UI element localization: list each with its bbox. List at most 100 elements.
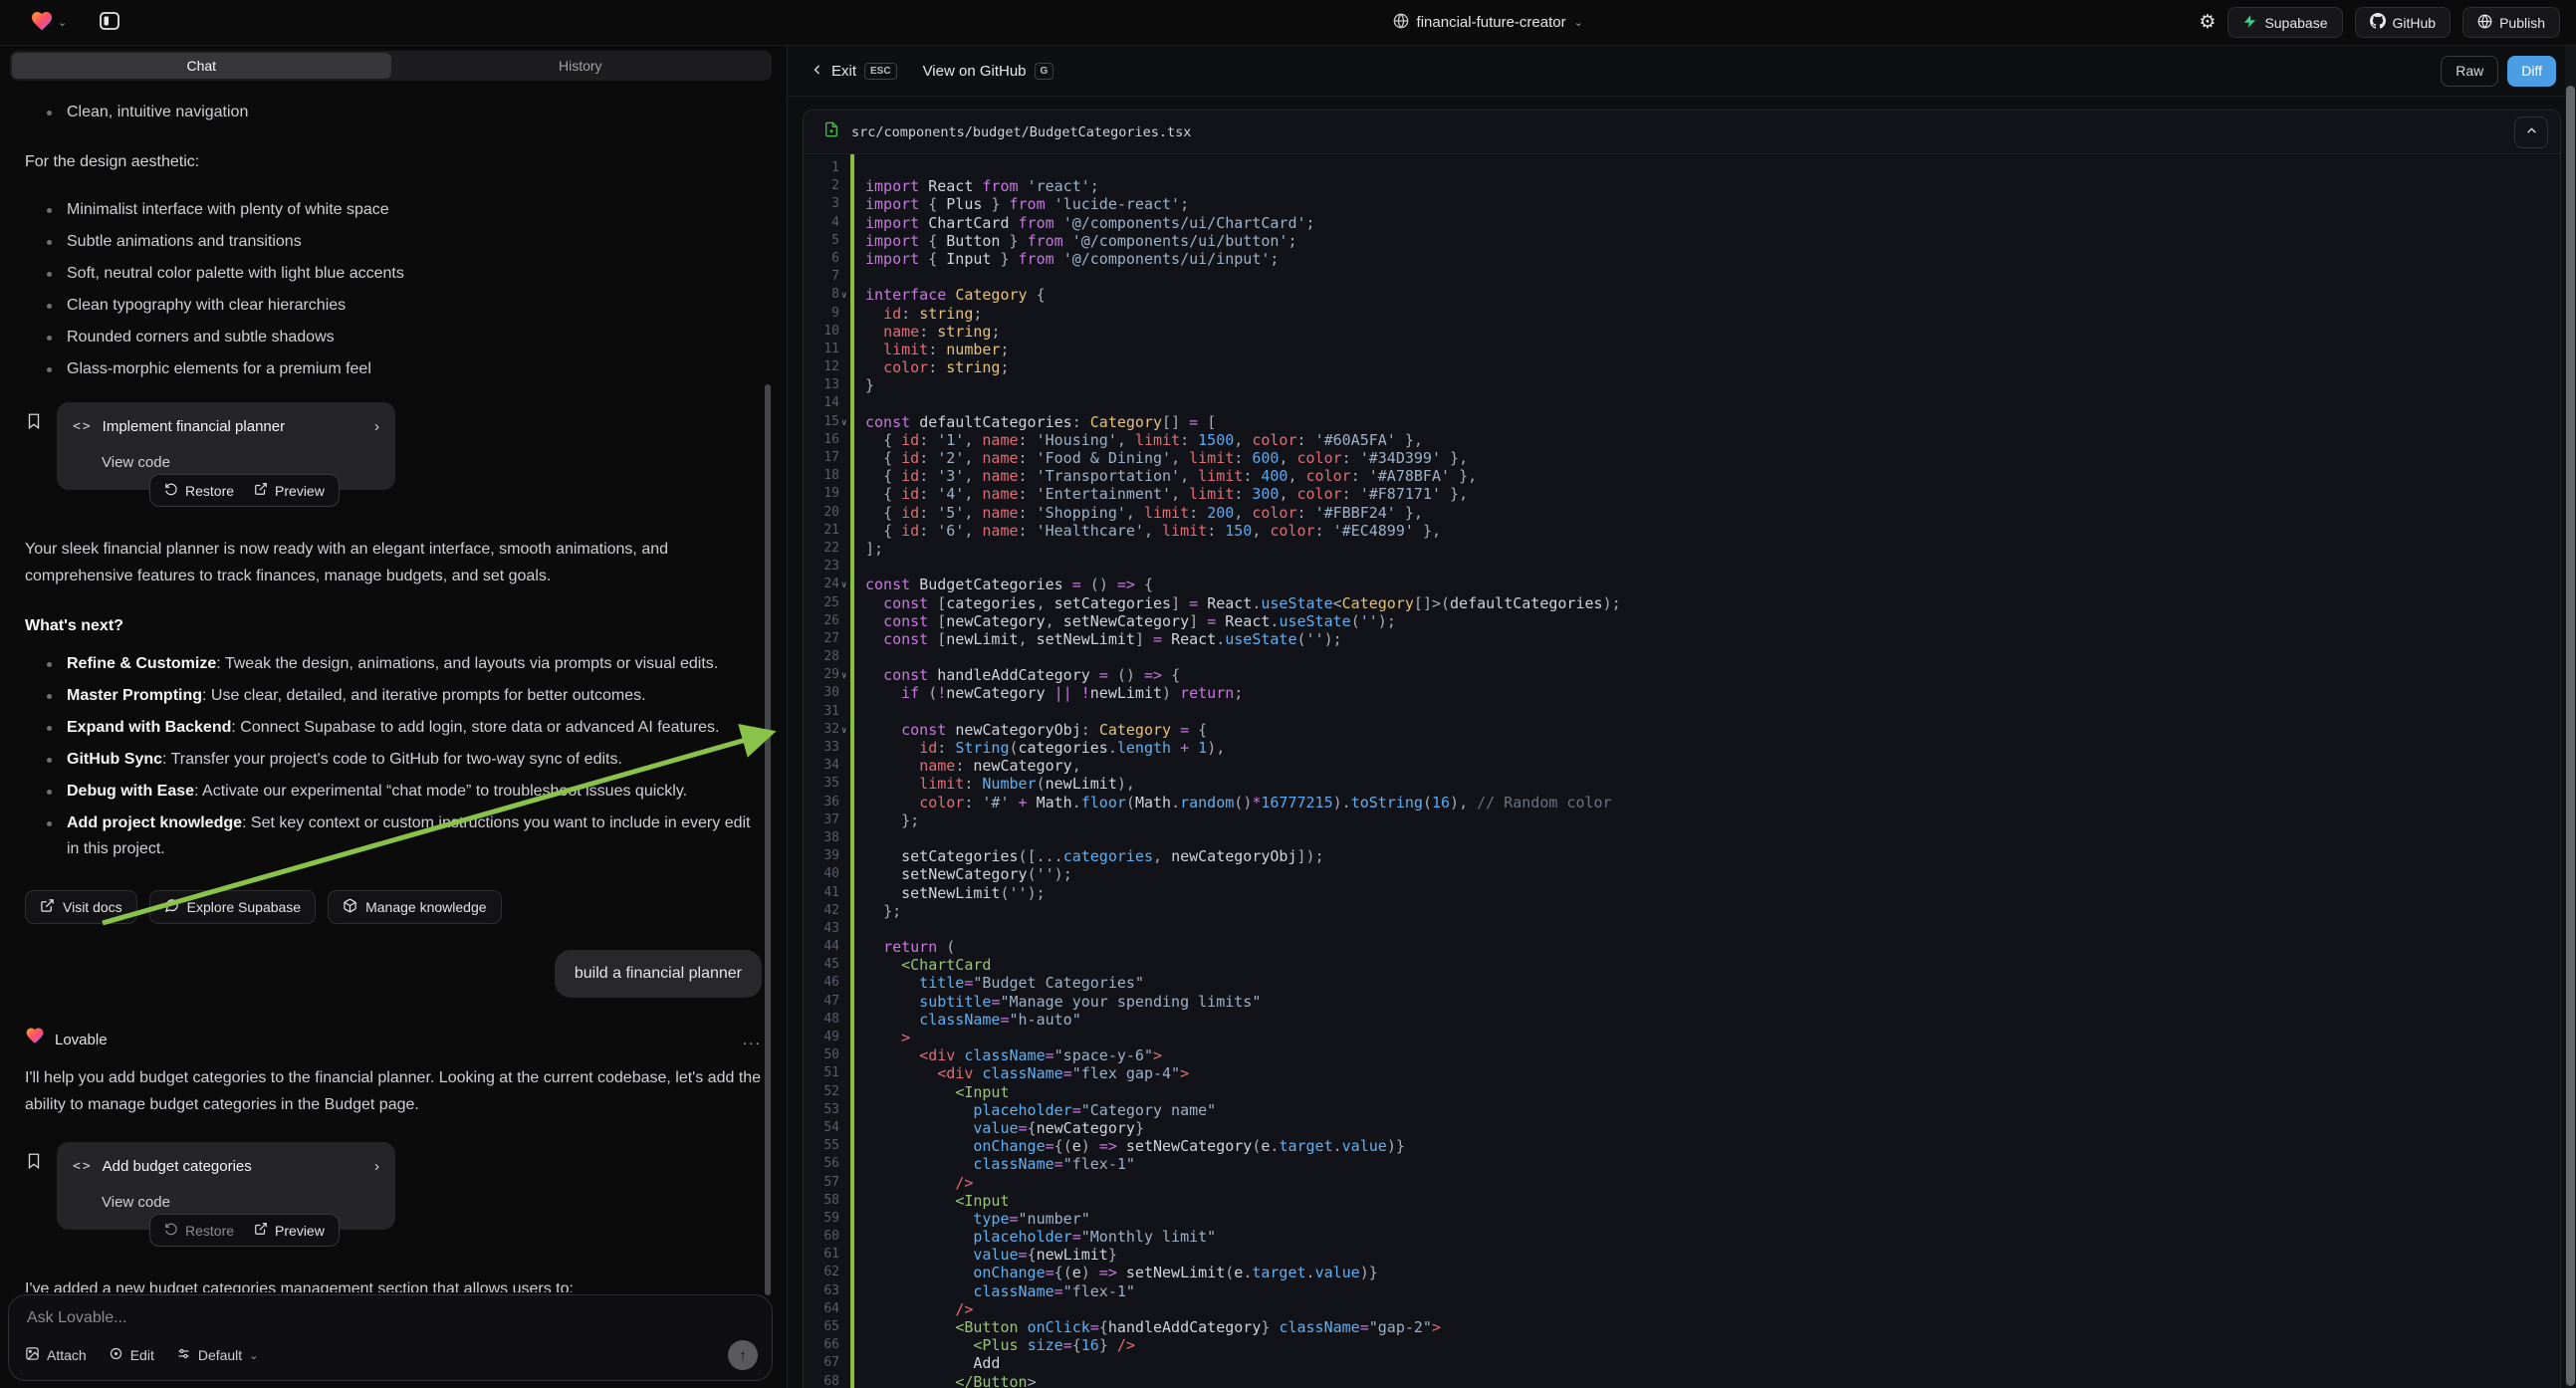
- g-key-badge: G: [1035, 63, 1054, 80]
- list-item: Clean typography with clear hierarchies: [25, 293, 762, 319]
- list-item: Expand with Backend: Connect Supabase to…: [25, 715, 762, 741]
- tab-chat[interactable]: Chat: [12, 53, 391, 79]
- restore-button[interactable]: Restore: [164, 1222, 234, 1239]
- publish-button[interactable]: Publish: [2462, 7, 2560, 38]
- tab-history[interactable]: History: [391, 53, 771, 79]
- restore-preview-toolbar: Restore Preview: [149, 474, 340, 507]
- code-header: Exit ESC View on GitHub G Raw Diff: [788, 46, 2576, 97]
- message-more-button[interactable]: ...: [743, 1032, 762, 1049]
- design-bullet-list: Minimalist interface with plenty of whit…: [25, 197, 762, 382]
- assistant-paragraph: I'll help you add budget categories to t…: [25, 1064, 762, 1118]
- quick-actions-row: Visit docs Explore Supabase Manage knowl…: [25, 890, 762, 924]
- view-code-link[interactable]: View code: [102, 1190, 379, 1216]
- globe-icon: [1393, 13, 1409, 33]
- restore-icon: [164, 482, 178, 499]
- version-card-implement-planner[interactable]: <> Implement financial planner › View co…: [57, 402, 395, 490]
- restore-icon: [164, 1222, 178, 1239]
- lovable-logo-menu[interactable]: ⌄: [30, 9, 67, 36]
- list-item: GitHub Sync: Transfer your project's cod…: [25, 747, 762, 773]
- chat-panel: Chat History Clean, intuitive navigation…: [0, 46, 787, 1388]
- chevron-down-icon: ⌄: [249, 1349, 258, 1362]
- edit-mode-button[interactable]: Edit: [109, 1346, 154, 1364]
- view-on-github-button[interactable]: View on GitHub G: [923, 63, 1054, 80]
- visit-docs-button[interactable]: Visit docs: [25, 890, 137, 924]
- list-item: Debug with Ease: Activate our experiment…: [25, 779, 762, 805]
- supabase-bolt-icon: [2242, 14, 2257, 32]
- list-item: Add project knowledge: Set key context o…: [25, 810, 762, 862]
- preview-button[interactable]: Preview: [254, 482, 325, 499]
- chat-input[interactable]: Ask Lovable...: [27, 1309, 754, 1327]
- chevron-right-icon: ›: [374, 414, 379, 440]
- version-title: Add budget categories: [103, 1154, 252, 1180]
- list-item: Glass-morphic elements for a premium fee…: [25, 356, 762, 382]
- image-icon: [25, 1346, 40, 1364]
- top-bar: ⌄ financial-future-creator ⌄ ⚙ Supabase: [0, 0, 2576, 46]
- send-button[interactable]: ↑: [728, 1340, 758, 1370]
- package-icon: [343, 898, 357, 916]
- app-window: ⌄ financial-future-creator ⌄ ⚙ Supabase: [0, 0, 2576, 1388]
- list-item: Master Prompting: Use clear, detailed, a…: [25, 683, 762, 709]
- assistant-name: Lovable: [55, 1028, 108, 1053]
- target-icon: [109, 1346, 123, 1364]
- project-title: financial-future-creator: [1417, 14, 1566, 31]
- list-item: Subtle animations and transitions: [25, 229, 762, 255]
- message-bubble-icon: [164, 898, 179, 916]
- list-item: Refine & Customize: Tweak the design, an…: [25, 651, 762, 677]
- raw-toggle-button[interactable]: Raw: [2441, 56, 2498, 87]
- manage-knowledge-button[interactable]: Manage knowledge: [328, 890, 501, 924]
- github-icon: [2370, 13, 2386, 32]
- whats-next-heading: What's next?: [25, 613, 762, 639]
- previous-list-tail: Clean, intuitive navigation: [25, 100, 762, 125]
- chevron-left-icon: [812, 63, 823, 80]
- chat-history-tabs: Chat History: [10, 51, 772, 81]
- esc-key-badge: ESC: [864, 63, 897, 80]
- supabase-button[interactable]: Supabase: [2227, 7, 2342, 38]
- collapse-file-button[interactable]: [2514, 116, 2548, 148]
- github-button[interactable]: GitHub: [2355, 7, 2452, 38]
- assistant-paragraph: I've added a new budget categories manag…: [25, 1275, 752, 1292]
- view-code-link[interactable]: View code: [102, 450, 379, 476]
- external-link-icon: [254, 1222, 268, 1239]
- panel-icon: [100, 12, 119, 33]
- external-link-icon: [254, 482, 268, 499]
- file-card-header: src/components/budget/BudgetCategories.t…: [804, 111, 2560, 154]
- bookmark-icon: [25, 410, 45, 490]
- diff-added-gutter-bar: [850, 154, 854, 1388]
- lovable-heart-icon: [25, 1026, 45, 1054]
- chat-scroll-area: Clean, intuitive navigation For the desi…: [0, 86, 787, 1292]
- chat-composer: Ask Lovable... Attach Edit Default ⌄ ↑: [8, 1294, 773, 1381]
- code-lines: 1 2import React from 'react';3import { P…: [804, 159, 2560, 1388]
- list-item: Minimalist interface with plenty of whit…: [25, 197, 762, 223]
- chevron-down-icon: ⌄: [58, 16, 67, 29]
- list-item: Clean, intuitive navigation: [25, 100, 762, 125]
- code-panel: Exit ESC View on GitHub G Raw Diff src/c…: [787, 46, 2576, 1388]
- restore-button[interactable]: Restore: [164, 482, 234, 499]
- user-message: build a financial planner: [555, 950, 762, 998]
- exit-button[interactable]: Exit ESC: [812, 63, 897, 80]
- preview-button[interactable]: Preview: [254, 1222, 325, 1239]
- chevron-down-icon: ⌄: [1574, 16, 1583, 29]
- code-scrollbar-thumb[interactable]: [2566, 86, 2575, 1386]
- design-heading: For the design aesthetic:: [25, 149, 762, 175]
- explore-supabase-button[interactable]: Explore Supabase: [149, 890, 316, 924]
- version-title: Implement financial planner: [103, 414, 285, 440]
- list-item: Soft, neutral color palette with light b…: [25, 261, 762, 287]
- bookmark-icon: [25, 1150, 45, 1230]
- sidebar-toggle-button[interactable]: [93, 8, 126, 38]
- code-icon: <>: [73, 414, 93, 440]
- settings-button[interactable]: ⚙: [2199, 11, 2216, 34]
- version-card-add-budget-categories[interactable]: <> Add budget categories › View code Res…: [57, 1142, 395, 1230]
- project-switcher[interactable]: financial-future-creator ⌄: [777, 13, 2199, 33]
- file-path: src/components/budget/BudgetCategories.t…: [851, 124, 1191, 140]
- attach-button[interactable]: Attach: [25, 1346, 87, 1364]
- assistant-paragraph: Your sleek financial planner is now read…: [25, 536, 752, 589]
- file-plus-icon: [823, 120, 839, 143]
- chat-scrollbar[interactable]: [765, 384, 771, 1295]
- chevron-up-icon: [2525, 124, 2538, 140]
- model-selector[interactable]: Default ⌄: [176, 1346, 259, 1364]
- external-link-icon: [40, 898, 55, 916]
- gear-icon: ⚙: [2199, 11, 2216, 34]
- file-diff-card: src/components/budget/BudgetCategories.t…: [803, 110, 2561, 1388]
- diff-toggle-button[interactable]: Diff: [2507, 56, 2556, 87]
- list-item: Rounded corners and subtle shadows: [25, 325, 762, 350]
